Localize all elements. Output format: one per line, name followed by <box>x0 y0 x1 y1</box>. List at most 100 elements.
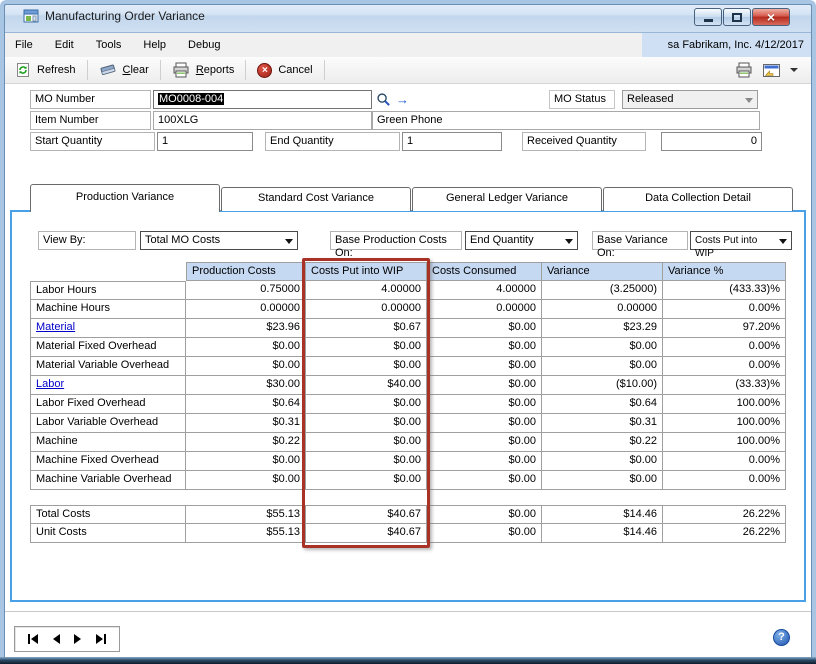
cell: (433.33)% <box>663 281 786 300</box>
previous-record-button[interactable] <box>53 632 60 646</box>
cell: $0.00 <box>427 319 542 338</box>
row-label: Machine <box>30 433 186 452</box>
expansion-arrow-button[interactable]: → <box>394 90 411 109</box>
cell: $0.00 <box>427 376 542 395</box>
row-label: Machine Fixed Overhead <box>30 452 186 471</box>
cell: $40.00 <box>306 376 427 395</box>
tab-standard-cost-variance[interactable]: Standard Cost Variance <box>221 187 411 211</box>
item-description-field: Green Phone <box>372 111 760 130</box>
row-label: Material Variable Overhead <box>30 357 186 376</box>
base-variance-label: Base Variance On: <box>592 231 688 250</box>
received-quantity-label: Received Quantity <box>522 132 646 151</box>
cancel-button[interactable]: × Cancel <box>246 58 323 82</box>
menu-file[interactable]: File <box>4 35 44 55</box>
cell: ($10.00) <box>542 376 663 395</box>
toolbar: Refresh Clear Reports × Can <box>4 57 812 84</box>
cell: 0.00% <box>663 471 786 490</box>
end-quantity-field[interactable]: 1 <box>402 132 502 151</box>
menu-debug[interactable]: Debug <box>177 35 231 55</box>
cell: $0.00 <box>427 433 542 452</box>
tab-general-ledger-variance[interactable]: General Ledger Variance <box>412 187 602 211</box>
title-bar: Manufacturing Order Variance × <box>0 0 816 33</box>
reports-button[interactable]: Reports <box>161 58 246 82</box>
mo-status-dropdown[interactable]: Released <box>622 90 758 109</box>
cell: $0.22 <box>186 433 306 452</box>
toolbar-dropdown-icon[interactable] <box>790 68 798 72</box>
totals-cell: $40.67 <box>306 524 427 543</box>
tab-data-collection-detail[interactable]: Data Collection Detail <box>603 187 793 211</box>
cell: $0.00 <box>427 338 542 357</box>
lookup-button[interactable] <box>374 90 393 109</box>
cell: 0.00% <box>663 300 786 319</box>
cell: 100.00% <box>663 395 786 414</box>
cell: 0.00000 <box>427 300 542 319</box>
clear-button[interactable]: Clear <box>88 58 160 82</box>
layout-window-icon[interactable] <box>762 63 781 78</box>
base-production-costs-dropdown[interactable]: End Quantity <box>465 231 578 250</box>
menu-help[interactable]: Help <box>132 35 177 55</box>
totals-cell: $0.00 <box>427 505 542 524</box>
menu-bar: File Edit Tools Help Debug sa Fabrikam, … <box>4 33 812 57</box>
cell: $0.00 <box>542 471 663 490</box>
item-number-label: Item Number <box>30 111 151 130</box>
statusbar-divider <box>4 611 812 612</box>
cell: $0.00 <box>186 471 306 490</box>
mo-number-field[interactable]: MO0008-004 <box>153 90 372 109</box>
cell: $0.00 <box>306 471 427 490</box>
close-icon: × <box>767 10 775 24</box>
cell: 4.00000 <box>306 281 427 300</box>
chevron-down-icon <box>565 239 573 244</box>
totals-cell: 26.22% <box>663 524 786 543</box>
maximize-button[interactable] <box>723 8 751 26</box>
refresh-button[interactable]: Refresh <box>4 58 87 82</box>
cell: 0.00000 <box>186 300 306 319</box>
mo-number-label: MO Number <box>30 90 151 109</box>
row-link[interactable]: Material <box>30 319 186 338</box>
cell: $0.00 <box>427 471 542 490</box>
mo-status-label: MO Status <box>549 90 615 109</box>
totals-label: Unit Costs <box>30 524 186 543</box>
cell: $0.64 <box>186 395 306 414</box>
end-quantity-label: End Quantity <box>265 132 400 151</box>
first-record-button[interactable] <box>28 632 38 646</box>
app-icon <box>23 8 39 24</box>
next-record-button[interactable] <box>74 632 81 646</box>
menu-edit[interactable]: Edit <box>44 35 85 55</box>
received-quantity-field: 0 <box>661 132 762 151</box>
cell: $0.00 <box>306 357 427 376</box>
cell: 4.00000 <box>427 281 542 300</box>
magnifier-icon <box>376 92 391 107</box>
menu-tools[interactable]: Tools <box>85 35 133 55</box>
cell: $0.00 <box>186 338 306 357</box>
cell: $23.29 <box>542 319 663 338</box>
start-quantity-field[interactable]: 1 <box>157 132 253 151</box>
column-header: Costs Put into WIP <box>306 262 427 281</box>
maximize-icon <box>732 13 742 22</box>
minimize-button[interactable] <box>694 8 722 26</box>
print-icon[interactable] <box>735 62 753 78</box>
base-variance-dropdown[interactable]: Costs Put into WIP <box>690 231 792 250</box>
eraser-icon <box>99 63 117 78</box>
cell: 97.20% <box>663 319 786 338</box>
cell: $0.00 <box>542 357 663 376</box>
last-record-button[interactable] <box>96 632 106 646</box>
cell: 0.00% <box>663 357 786 376</box>
chevron-down-icon <box>745 98 753 103</box>
cancel-icon: × <box>257 63 272 78</box>
cell: $23.96 <box>186 319 306 338</box>
minimize-icon <box>704 19 713 22</box>
column-header: Production Costs <box>186 262 306 281</box>
close-button[interactable]: × <box>752 8 790 26</box>
item-number-field[interactable]: 100XLG <box>153 111 372 130</box>
cell: (3.25000) <box>542 281 663 300</box>
view-by-dropdown[interactable]: Total MO Costs <box>140 231 298 250</box>
totals-cell: $14.46 <box>542 505 663 524</box>
row-label: Machine Variable Overhead <box>30 471 186 490</box>
row-link[interactable]: Labor <box>30 376 186 395</box>
cell: $0.00 <box>186 357 306 376</box>
start-quantity-label: Start Quantity <box>30 132 155 151</box>
cell: $0.00 <box>427 395 542 414</box>
totals-cell: $0.00 <box>427 524 542 543</box>
tab-production-variance[interactable]: Production Variance <box>30 184 220 212</box>
help-button[interactable]: ? <box>773 629 790 646</box>
